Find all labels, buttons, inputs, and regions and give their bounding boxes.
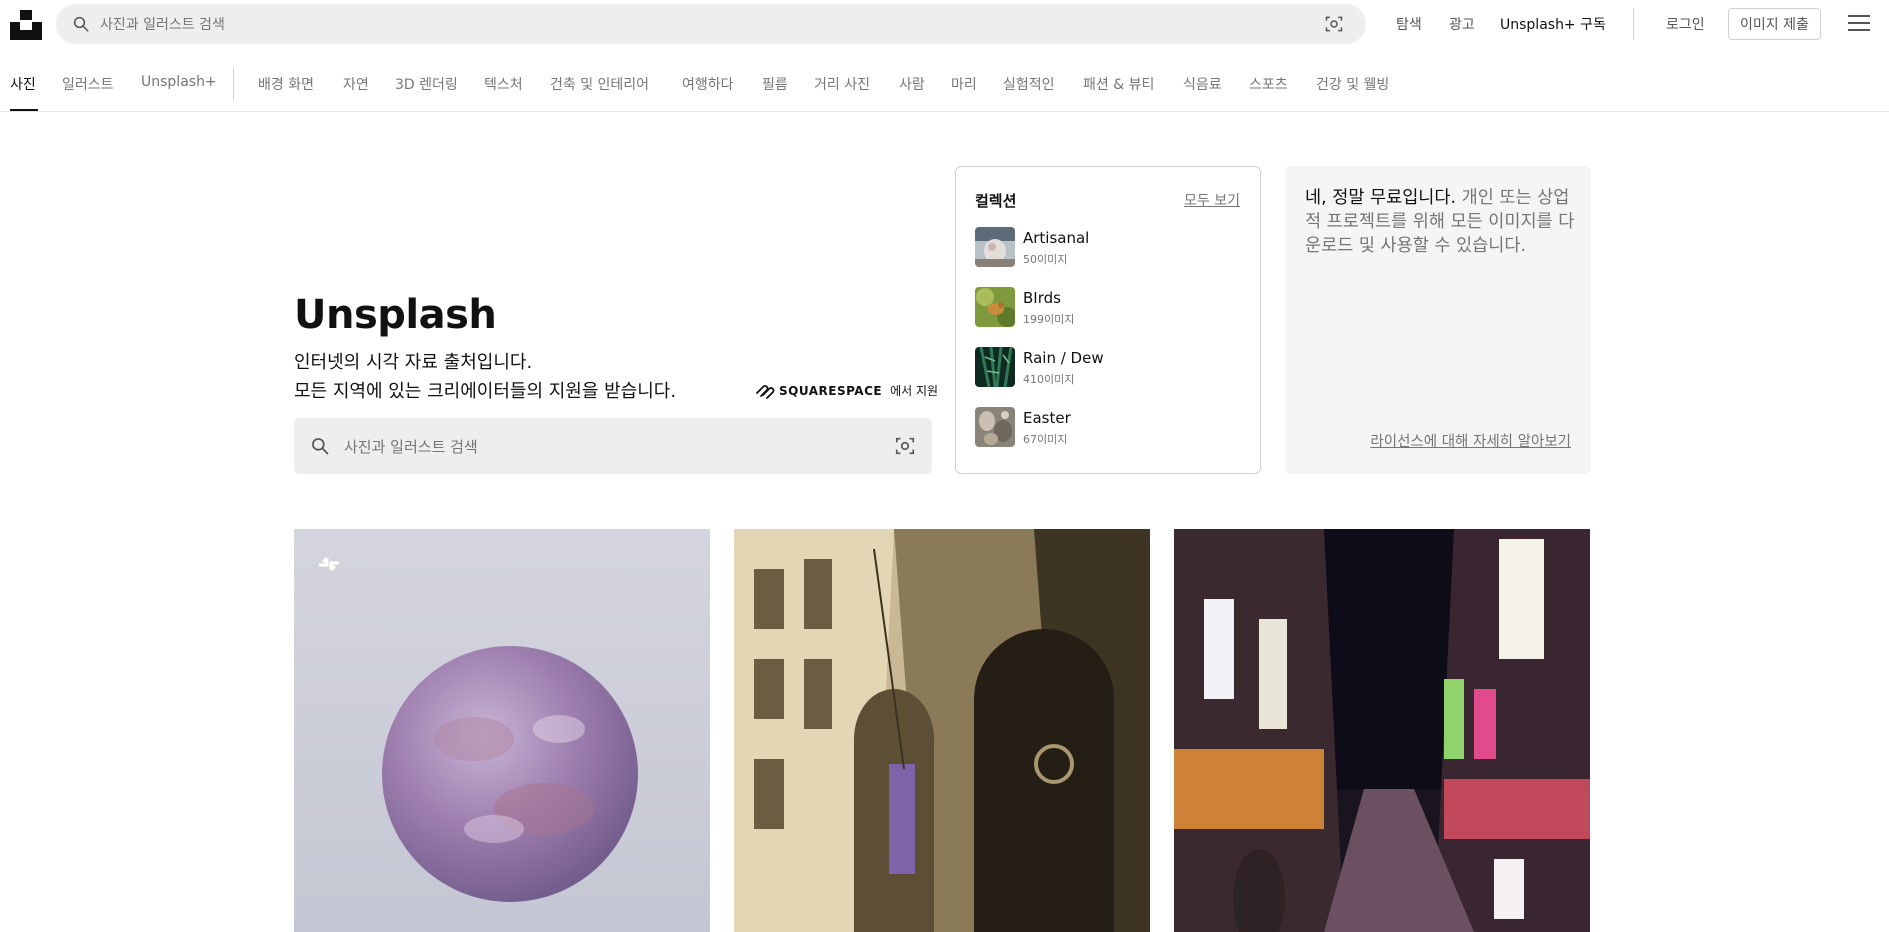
tab-film[interactable]: 필름 xyxy=(762,74,788,94)
tabs-divider xyxy=(233,68,234,100)
squarespace-logo-icon xyxy=(756,384,775,399)
submit-image-button[interactable]: 이미지 제출 xyxy=(1728,8,1821,40)
sphere-render-image xyxy=(294,529,710,932)
tab-animals[interactable]: 마리 xyxy=(951,74,977,94)
collection-thumbnail xyxy=(975,287,1015,327)
collection-item[interactable]: Easter 67이미지 xyxy=(975,407,1235,449)
collection-name: BIrds xyxy=(1023,289,1061,307)
collection-count: 50이미지 xyxy=(1023,253,1068,266)
collection-name: Rain / Dew xyxy=(1023,349,1104,367)
tab-architecture-interior[interactable]: 건축 및 인테리어 xyxy=(550,74,649,94)
license-emphasis: 네, 정말 무료입니다. xyxy=(1305,188,1457,208)
search-icon[interactable] xyxy=(72,15,90,33)
top-header: 사진과 일러스트 검색 탐색 광고 Unsplash+ 구독 로그인 이미지 제… xyxy=(0,0,1889,48)
collection-count: 410이미지 xyxy=(1023,373,1075,386)
nav-advertise-link[interactable]: 광고 xyxy=(1449,14,1475,34)
header-search-input[interactable]: 사진과 일러스트 검색 xyxy=(100,14,1324,34)
license-learn-more-link[interactable]: 라이선스에 대해 자세히 알아보기 xyxy=(1370,430,1571,451)
login-link[interactable]: 로그인 xyxy=(1666,14,1705,34)
collection-thumbnail xyxy=(975,227,1015,267)
collection-name: Easter xyxy=(1023,409,1071,427)
search-icon[interactable] xyxy=(310,436,330,456)
active-tab-indicator xyxy=(10,109,38,111)
tab-fashion-beauty[interactable]: 패션 & 뷰티 xyxy=(1083,74,1154,94)
license-message: 네, 정말 무료입니다. 개인 또는 상업적 프로젝트를 위해 모든 이미지를 … xyxy=(1305,186,1577,258)
hamburger-menu-icon[interactable] xyxy=(1848,14,1870,32)
collection-item[interactable]: BIrds 199이미지 xyxy=(975,287,1235,329)
tab-people[interactable]: 사람 xyxy=(899,74,925,94)
visual-search-icon[interactable] xyxy=(894,435,916,457)
tab-3d-renders[interactable]: 3D 렌더링 xyxy=(395,74,458,94)
tab-food-drink[interactable]: 식음료 xyxy=(1183,74,1222,94)
photo-card-sphere[interactable] xyxy=(294,529,710,932)
header-divider xyxy=(1633,8,1634,40)
hero-search-bar[interactable]: 사진과 일러스트 검색 xyxy=(294,418,932,474)
tab-experimental[interactable]: 실험적인 xyxy=(1003,74,1055,94)
tab-health-wellness[interactable]: 건강 및 웰빙 xyxy=(1316,74,1389,94)
hero-subtitle-line1: 인터넷의 시각 자료 출처입니다. xyxy=(294,352,533,373)
unsplash-plus-badge-icon xyxy=(319,556,339,572)
collection-thumbnail xyxy=(975,407,1015,447)
hero-subtitle-line2: 모든 지역에 있는 크리에이터들의 지원을 받습니다. xyxy=(294,381,677,402)
collections-view-all-link[interactable]: 모두 보기 xyxy=(1184,190,1240,210)
tab-sports[interactable]: 스포츠 xyxy=(1249,74,1288,94)
photo-card-university[interactable] xyxy=(734,529,1150,932)
collections-heading: 컬렉션 xyxy=(975,192,1017,210)
university-building-image xyxy=(734,529,1150,932)
tab-wallpapers[interactable]: 배경 화면 xyxy=(258,74,314,94)
sponsor-attribution[interactable]: SQUARESPACE 에서 지원 xyxy=(755,382,938,399)
nav-explore-link[interactable]: 탐색 xyxy=(1396,14,1422,34)
sponsor-name: SQUARESPACE xyxy=(779,383,883,398)
hero-search-input[interactable]: 사진과 일러스트 검색 xyxy=(344,436,894,457)
collection-count: 67이미지 xyxy=(1023,433,1068,446)
hero-title: Unsplash xyxy=(294,292,497,338)
sponsor-suffix: 에서 지원 xyxy=(890,384,939,398)
tab-travel[interactable]: 여행하다 xyxy=(682,74,734,94)
tab-unsplash-plus[interactable]: Unsplash+ xyxy=(141,74,217,90)
collection-count: 199이미지 xyxy=(1023,313,1075,326)
tab-nature[interactable]: 자연 xyxy=(343,74,369,94)
collection-item[interactable]: Artisanal 50이미지 xyxy=(975,227,1235,269)
tab-illustrations[interactable]: 일러스트 xyxy=(62,74,114,94)
unsplash-logo-icon[interactable] xyxy=(10,8,42,40)
collections-card: 컬렉션 모두 보기 Artisanal 50이미지 BIrds 199이미지 R… xyxy=(955,166,1261,474)
collection-name: Artisanal xyxy=(1023,229,1090,247)
collection-item[interactable]: Rain / Dew 410이미지 xyxy=(975,347,1235,389)
topic-tabs: 사진 일러스트 Unsplash+ 배경 화면 자연 3D 렌더링 텍스처 건축… xyxy=(0,56,1889,112)
tab-photos[interactable]: 사진 xyxy=(10,74,36,94)
license-card: 네, 정말 무료입니다. 개인 또는 상업적 프로젝트를 위해 모든 이미지를 … xyxy=(1285,166,1591,474)
tab-textures[interactable]: 텍스처 xyxy=(484,74,523,94)
photo-card-night-alley[interactable] xyxy=(1174,529,1590,932)
header-search-bar[interactable]: 사진과 일러스트 검색 xyxy=(56,4,1366,44)
night-alley-street-image xyxy=(1174,529,1590,932)
collection-thumbnail xyxy=(975,347,1015,387)
nav-unsplash-plus-link[interactable]: Unsplash+ 구독 xyxy=(1500,14,1606,34)
visual-search-icon[interactable] xyxy=(1324,14,1344,34)
tab-street-photography[interactable]: 거리 사진 xyxy=(814,74,870,94)
